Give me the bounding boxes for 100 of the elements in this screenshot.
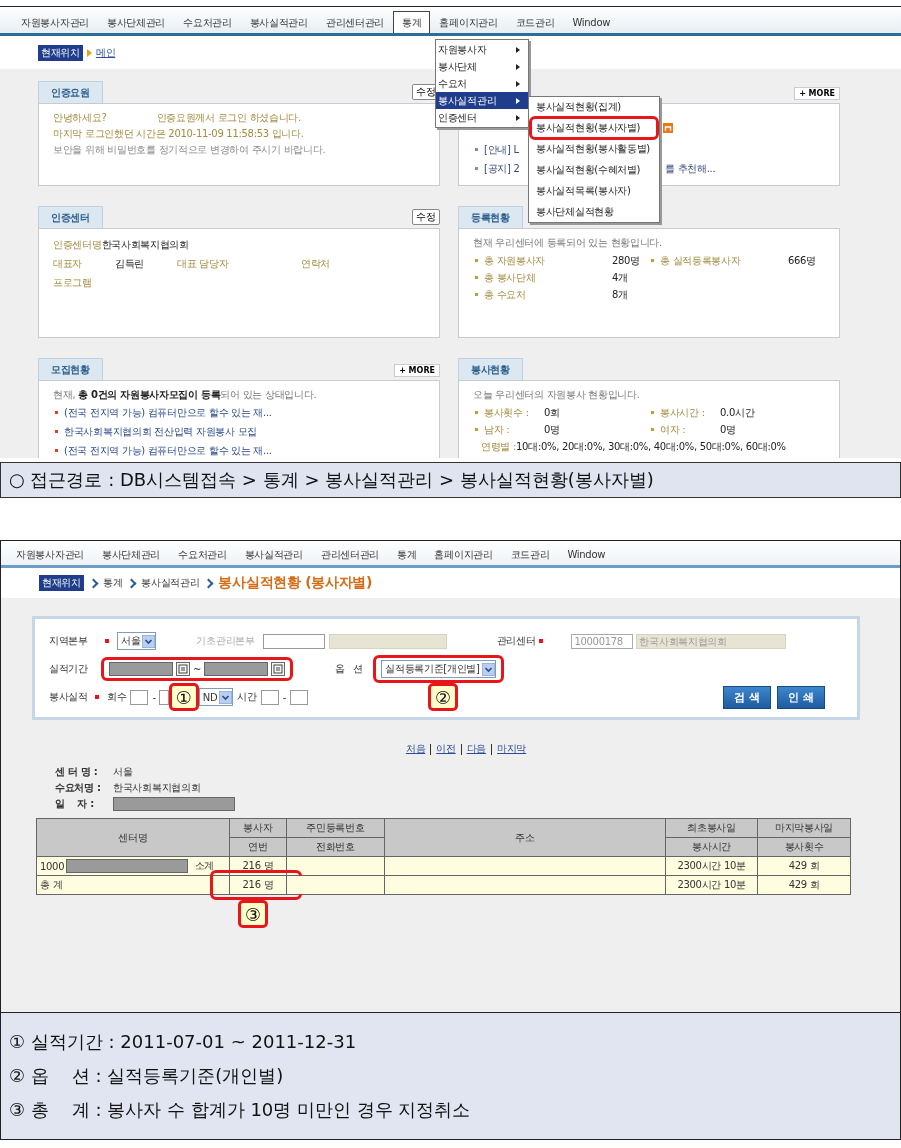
edit-button[interactable]: 수정 xyxy=(412,209,440,225)
calendar-icon[interactable] xyxy=(271,662,286,676)
input-field[interactable] xyxy=(260,689,279,705)
menu-item[interactable]: Window xyxy=(563,11,620,33)
action-button[interactable]: 검 색 xyxy=(723,685,772,709)
callout-number: ③ xyxy=(238,900,268,928)
menu-item[interactable]: 코드관리 xyxy=(501,545,559,565)
field-label: 인증센터명 xyxy=(53,238,102,252)
menu-item[interactable]: 통계 xyxy=(388,545,426,565)
info-label: 수요처명 : xyxy=(55,781,102,795)
bullet-icon xyxy=(475,293,478,296)
table-header: 주민등록번호 xyxy=(286,818,385,838)
menu-item[interactable]: 봉사실적관리 xyxy=(436,92,528,109)
menu-item[interactable]: 봉사실적현황(봉사자별) xyxy=(529,116,659,140)
field-label: 연락처 xyxy=(301,257,332,271)
dropdown-arrow-icon xyxy=(219,690,233,704)
menu-item[interactable]: 봉사단체실적현황 xyxy=(529,200,659,224)
stat-value: 0.0시간 xyxy=(720,406,755,420)
stat-label: 연령별 : xyxy=(481,440,517,454)
intro-text: 현재, 총 0건의 자원봉사자모집이 등록되어 있는 상태입니다. xyxy=(53,388,318,402)
field-label: 회수 xyxy=(107,690,127,704)
menu-item[interactable]: 봉사실적현황(수혜처별) xyxy=(529,158,659,182)
menu-item[interactable]: 코드관리 xyxy=(506,11,564,33)
arrow-icon xyxy=(86,48,92,57)
menu-item[interactable]: 수요처관리 xyxy=(174,11,241,33)
message-text: 보안을 위해 비밀번호를 정기적으로 변경하여 주시기 바랍니다. xyxy=(53,143,326,157)
input-field[interactable] xyxy=(290,689,309,705)
message-text: 인증요원께서 로그인 하셨습니다. xyxy=(156,111,301,125)
field-label: 지역본부 xyxy=(49,634,89,648)
menu-item[interactable]: Window xyxy=(558,545,615,565)
menu-item[interactable]: 봉사실적관리 xyxy=(235,545,312,565)
calendar-icon[interactable] xyxy=(176,662,190,676)
stat-value: 4개 xyxy=(612,271,628,285)
menu-item[interactable]: 통계 xyxy=(393,11,431,33)
field-label: 옵 션 xyxy=(335,662,364,676)
callout-number: ② xyxy=(428,683,459,711)
recruit-link[interactable]: (전국 전지역 가능) 컴퓨터만으로 할수 있는 재... xyxy=(64,442,272,458)
region-select[interactable]: 서울 xyxy=(117,632,157,650)
menu-item[interactable]: 홈페이지관리 xyxy=(430,11,507,33)
paging-link[interactable]: 마지막 xyxy=(497,742,527,756)
field-label: 프로그램 xyxy=(53,276,93,290)
recruit-link[interactable]: (전국 전지역 가능) 컴퓨터만으로 할수 있는 재... xyxy=(64,404,272,421)
input-field[interactable] xyxy=(130,689,149,705)
menu-item[interactable]: 홈페이지관리 xyxy=(425,545,502,565)
stat-value: 0회 xyxy=(544,406,560,420)
field-label: 관리센터 xyxy=(496,634,536,648)
bullet-icon xyxy=(475,411,478,414)
stat-value: 280명 xyxy=(612,254,640,268)
menu-item[interactable]: 수요처관리 xyxy=(169,545,236,565)
bullet-icon xyxy=(475,167,478,170)
menu-item[interactable]: 봉사실적현황(봉사활동별) xyxy=(529,137,659,161)
recruit-link[interactable]: 한국사회복지협의회 전산입력 자원봉사 모집 xyxy=(64,423,257,440)
menu-item[interactable]: 관리센터관리 xyxy=(311,545,389,565)
menu-item[interactable]: 자원봉사자관리 xyxy=(7,545,93,565)
breadcrumb-link[interactable]: 통계 xyxy=(102,576,123,590)
option-select[interactable]: 실적등록기준[개인별] xyxy=(381,660,496,678)
dropdown-arrow-icon xyxy=(481,662,495,676)
field-label: 대표 담당자 xyxy=(177,257,230,271)
caption-text: ○ 접근경로 : DB시스템접속 > 통계 > 봉사실적관리 > 봉사실적현황(봉사자별) xyxy=(9,469,654,490)
menu-item[interactable]: 자원봉사자관리 xyxy=(12,11,98,33)
note-text: ① 실적기간 : 2011-07-01 ~ 2011-12-31 xyxy=(9,1030,358,1054)
breadcrumb-link[interactable]: 봉사실적관리 xyxy=(141,576,200,590)
menu-item[interactable]: 봉사실적현황(집계) xyxy=(529,95,659,119)
menu-item[interactable]: 인증센터 xyxy=(436,109,528,126)
stat-label: 총 봉사단체 xyxy=(484,271,537,285)
bullet-icon xyxy=(55,411,58,414)
operator-select[interactable]: ND xyxy=(198,688,234,706)
menu-item[interactable]: 봉사실적목록(봉사자) xyxy=(529,179,659,203)
paging-link[interactable]: 이전 xyxy=(436,742,456,756)
table-header: 마지막봉사일 xyxy=(757,818,851,838)
stat-label: 총 자원봉사자 xyxy=(484,254,547,268)
menu-item[interactable]: 자원봉사자 xyxy=(436,41,528,58)
field-label: 기초관리본부 xyxy=(196,634,255,648)
menu-item[interactable]: 관리센터관리 xyxy=(316,11,394,33)
notice-link[interactable]: 를 추천해... xyxy=(665,160,716,177)
breadcrumb-link[interactable]: 메인 xyxy=(95,45,116,60)
input-field[interactable] xyxy=(158,689,169,705)
action-button[interactable]: 인 쇄 xyxy=(777,685,825,709)
input-field[interactable] xyxy=(262,633,325,649)
notice-link[interactable]: [안내] L xyxy=(484,144,519,155)
range-separator: ~ xyxy=(193,663,202,675)
field-label: 대표자 xyxy=(53,257,84,271)
input-field: 10000178 xyxy=(571,633,634,649)
stat-value: 0명 xyxy=(544,423,560,437)
feed-icon[interactable] xyxy=(663,123,673,133)
info-label: 일 자 : xyxy=(55,797,95,811)
stat-label: 봉사시간 : xyxy=(660,406,706,420)
stat-label: 봉사횟수 : xyxy=(484,406,530,420)
menu-item[interactable]: 봉사단체 xyxy=(436,58,528,75)
notice-link[interactable]: [공지] 2 xyxy=(484,163,520,174)
menu-item[interactable]: 봉사실적관리 xyxy=(240,11,317,33)
message-text: 마지막 로그인했던 시간은 2010-11-09 11:58:53 입니다. xyxy=(53,127,304,141)
more-button[interactable]: + MORE xyxy=(794,87,840,100)
menu-item[interactable]: 봉사단체관리 xyxy=(92,545,170,565)
more-button[interactable]: + MORE xyxy=(394,364,440,377)
stat-value: 666명 xyxy=(788,254,816,268)
paging-link[interactable]: 다음 xyxy=(466,742,487,756)
menu-item[interactable]: 봉사단체관리 xyxy=(97,11,175,33)
paging-link[interactable]: 처음 xyxy=(405,742,426,756)
field-label: 봉사실적 xyxy=(49,690,89,704)
